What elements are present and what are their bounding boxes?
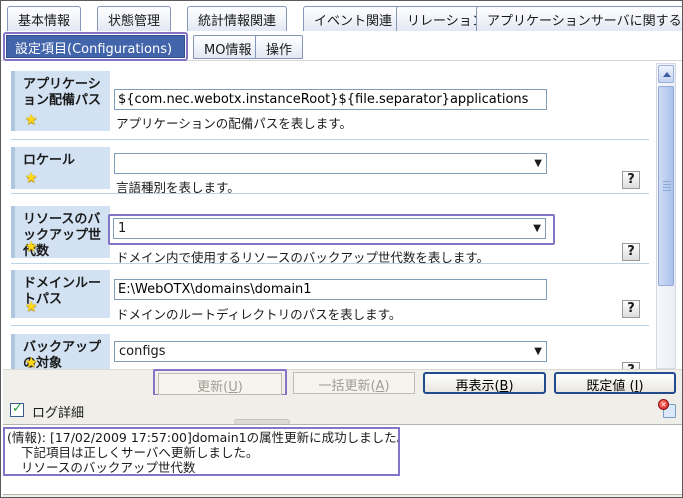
button-label: 再表示(	[455, 379, 499, 394]
help-button[interactable]: ?	[622, 243, 640, 261]
field-label-locale: ロケール ★	[11, 147, 110, 189]
red-badge-icon: ✕	[658, 399, 669, 410]
required-star-icon: ★	[25, 112, 38, 128]
check-icon: ✓	[12, 401, 23, 416]
field-label-domain-root: ドメインルートパス ★	[11, 270, 110, 318]
row-divider	[11, 263, 649, 264]
button-label: 既定値 (	[586, 379, 634, 394]
log-output-panel: (情報): [17/02/2009 17:57:00]domain1の属性更新に…	[3, 424, 682, 495]
button-label: )	[238, 380, 243, 395]
required-star-icon: ★	[25, 299, 38, 315]
help-button[interactable]: ?	[622, 300, 640, 318]
button-label: 一括更新(	[318, 379, 375, 394]
help-button[interactable]: ?	[622, 171, 640, 189]
chevron-down-icon: ▼	[534, 158, 542, 169]
update-button-annotation: 更新(U)	[153, 369, 287, 396]
scroll-up-icon	[663, 72, 671, 77]
required-star-icon: ★	[25, 239, 38, 255]
field-label-text: ロケール	[23, 153, 75, 168]
domain-root-path-input[interactable]	[114, 279, 547, 300]
log-detail-checkbox[interactable]: ✓	[10, 403, 24, 417]
tab-strip-sub: 設定項目(Configurations) MO情報 操作	[1, 32, 682, 61]
backup-target-combobox[interactable]: configs ▼	[114, 341, 547, 362]
log-line: (情報): [17/02/2009 17:57:00]domain1の属性更新に…	[7, 430, 396, 445]
webotx-console-window: 基本情報 状態管理 統計情報関連 イベント関連 リレーション アプリケーションサ…	[0, 0, 683, 498]
field-label-backup-target: バックアップの対象 ★	[11, 334, 110, 369]
locale-combobox[interactable]: ▼	[114, 153, 547, 174]
button-label: )	[508, 379, 513, 394]
button-label: )	[638, 379, 643, 394]
required-star-icon: ★	[25, 170, 38, 186]
log-section: ✓ ログ詳細 ✕ (情報): [17/02/2009 17:57:00]doma…	[3, 395, 682, 497]
scrollbar-thumb[interactable]	[658, 86, 674, 286]
action-button-bar: 更新(U) 一括更新(A) 再表示(B) 既定値 (I)	[3, 369, 682, 395]
tab-appserver-info[interactable]: アプリケーションサーバに関する情報	[476, 6, 683, 31]
combobox-value: configs	[119, 344, 166, 359]
field-description: ドメインのルートディレクトリのパスを表します。	[116, 304, 401, 323]
button-label: 更新(	[197, 380, 228, 395]
configurations-form: アプリケーション配備パス ★ アプリケーションの配備パスを表します。 ロケール …	[3, 61, 682, 369]
combobox-annotation: 1 ▼	[108, 214, 555, 245]
field-description: アプリケーションの配備パスを表します。	[116, 113, 352, 132]
row-divider	[11, 139, 649, 140]
log-message-annotation: (情報): [17/02/2009 17:57:00]domain1の属性更新に…	[3, 427, 400, 476]
selected-tab-annotation: 設定項目(Configurations)	[3, 32, 188, 61]
refresh-button[interactable]: 再表示(B)	[423, 372, 546, 394]
log-line: 下記項目は正しくサーバへ更新しました。	[7, 445, 396, 460]
required-star-icon: ★	[25, 355, 38, 369]
button-mnemonic: U	[228, 380, 238, 395]
button-label: )	[384, 379, 389, 394]
log-line: リソースのバックアップ世代数	[7, 460, 396, 475]
tab-operations[interactable]: 操作	[255, 35, 303, 59]
vertical-scrollbar[interactable]	[656, 63, 676, 369]
tab-strip-main: 基本情報 状態管理 統計情報関連 イベント関連 リレーション アプリケーションサ…	[1, 1, 682, 32]
tab-configurations[interactable]: 設定項目(Configurations)	[6, 35, 185, 58]
chevron-down-icon: ▼	[534, 346, 542, 357]
app-deploy-path-input[interactable]	[114, 89, 547, 110]
clear-log-icon[interactable]: ✕	[658, 399, 678, 419]
default-values-button[interactable]: 既定値 (I)	[554, 372, 676, 394]
row-divider	[11, 193, 649, 194]
field-label-backup-generations: リソースのバックアップ世代数 ★	[11, 206, 110, 258]
field-label-text: アプリケーション配備パス	[23, 77, 101, 108]
backup-generations-combobox[interactable]: 1 ▼	[113, 218, 546, 239]
field-label-app-deploy-path: アプリケーション配備パス ★	[11, 71, 110, 131]
tab-state-mgmt[interactable]: 状態管理	[97, 6, 171, 31]
log-detail-label: ログ詳細	[32, 402, 84, 421]
tab-statistics[interactable]: 統計情報関連	[187, 6, 287, 31]
chevron-down-icon: ▼	[533, 223, 541, 234]
row-divider	[11, 325, 649, 326]
combobox-value: 1	[118, 221, 126, 236]
scroll-up-button[interactable]	[658, 65, 674, 83]
update-button[interactable]: 更新(U)	[158, 373, 282, 395]
tab-events[interactable]: イベント関連	[303, 6, 403, 31]
batch-update-button[interactable]: 一括更新(A)	[293, 372, 415, 394]
help-button[interactable]: ?	[622, 362, 640, 369]
tab-mo-info[interactable]: MO情報	[193, 35, 262, 59]
tab-basic-info[interactable]: 基本情報	[7, 6, 81, 31]
scrollbar-grip	[663, 181, 671, 191]
